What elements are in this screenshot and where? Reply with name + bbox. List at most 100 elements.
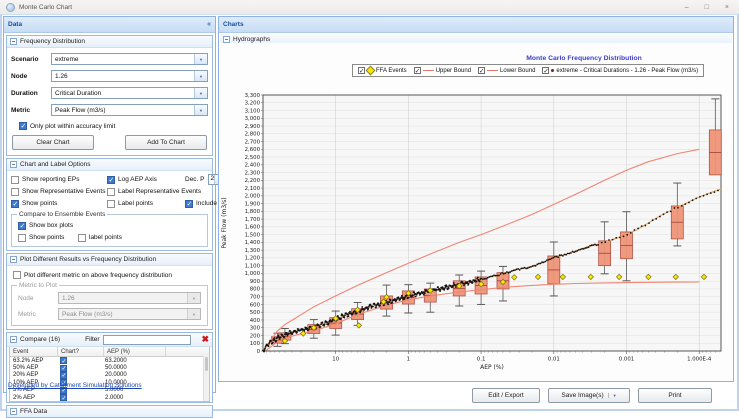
show-points-checkbox[interactable]	[11, 200, 19, 208]
legend-item-extreme-series: extreme - Critical Durations - 1.26 - Pe…	[542, 67, 698, 74]
legend-checkbox[interactable]	[478, 67, 485, 74]
show-representative-events-checkbox[interactable]	[11, 188, 19, 196]
collapse-section-icon[interactable]	[10, 161, 17, 168]
collapse-section-icon[interactable]	[10, 408, 17, 415]
window-title: Monte Carlo Chart	[19, 4, 72, 11]
event-cell: 63.2% AEP	[10, 358, 57, 364]
table-scrollbar[interactable]	[203, 356, 209, 401]
only-plot-accuracy-checkbox[interactable]	[19, 122, 27, 130]
charts-panel-title: Charts	[223, 21, 244, 28]
log-aep-axis-label: Log AEP Axis	[118, 176, 157, 183]
collapse-section-icon[interactable]	[10, 336, 17, 343]
label-points-checkbox[interactable]	[107, 200, 115, 208]
minimize-button[interactable]: –	[685, 4, 689, 11]
legend-item-ffa: FFA Events	[358, 67, 407, 74]
clear-chart-button[interactable]: Clear Chart	[12, 135, 94, 150]
plot-different-metric-checkbox[interactable]	[13, 271, 21, 279]
legend-checkbox[interactable]	[414, 67, 421, 74]
svg-text:1.000E-4: 1.000E-4	[687, 357, 712, 363]
include-ffa-checkbox[interactable]	[185, 200, 193, 208]
svg-text:500: 500	[250, 310, 261, 316]
chart-checkbox[interactable]	[60, 372, 67, 379]
filter-input[interactable]	[103, 335, 191, 345]
svg-text:3,100: 3,100	[245, 108, 261, 114]
developer-link[interactable]: Developed by Catchment Simulation Soluti…	[8, 382, 142, 389]
compare-table: Event Chart? AEP (%) 63.2% AEP 63.200050%…	[9, 347, 210, 402]
svg-text:2,500: 2,500	[245, 155, 261, 161]
chevron-down-icon: ▼	[194, 105, 207, 115]
compare-title: Compare (16)	[20, 336, 60, 343]
collapse-section-icon[interactable]	[223, 36, 230, 43]
table-row[interactable]: 50% AEP50.0000	[10, 364, 209, 371]
svg-text:1,400: 1,400	[245, 240, 261, 246]
collapse-panel-button[interactable]: «	[207, 21, 211, 28]
svg-text:2,700: 2,700	[245, 139, 261, 145]
ensemble-show-points-label: Show points	[29, 234, 64, 241]
chart-checkbox[interactable]	[60, 365, 67, 372]
ensemble-label-points-checkbox[interactable]	[78, 234, 86, 242]
legend-checkbox[interactable]	[542, 67, 549, 74]
svg-text:1,800: 1,800	[245, 209, 261, 215]
chevron-down-icon: ▼	[194, 88, 207, 98]
chevron-down-icon: ▼	[187, 293, 200, 303]
svg-text:200: 200	[250, 333, 261, 339]
chart-actions: Edit / Export Save Image(s) ▼ Print	[472, 388, 712, 403]
line-marker-icon	[487, 70, 498, 71]
svg-text:AEP (%): AEP (%)	[480, 364, 504, 371]
only-plot-accuracy-label: Only plot within accuracy limit	[30, 123, 115, 130]
chart-cell	[57, 365, 102, 372]
collapse-section-icon[interactable]	[10, 38, 17, 45]
svg-text:100: 100	[250, 341, 261, 347]
frequency-distribution-header[interactable]: Frequency Distribution	[7, 36, 212, 48]
chart-checkbox[interactable]	[60, 394, 67, 401]
chart-label-options-header[interactable]: Chart and Label Options	[7, 159, 212, 171]
svg-text:3,200: 3,200	[245, 101, 261, 107]
show-reporting-eps-checkbox[interactable]	[11, 176, 19, 184]
aep-cell: 2.0000	[102, 395, 163, 401]
plot-different-section: Plot Different Results vs Frequency Dist…	[6, 253, 213, 330]
aep-cell: 50.0000	[102, 365, 163, 371]
table-row[interactable]: 20% AEP20.0000	[10, 372, 209, 379]
ensemble-show-points-checkbox[interactable]	[18, 234, 26, 242]
show-points-label: Show points	[22, 200, 57, 207]
compare-table-header: Event Chart? AEP (%)	[10, 347, 209, 357]
svg-text:3,000: 3,000	[245, 116, 261, 122]
ffa-data-header[interactable]: FFA Data	[7, 406, 212, 417]
legend-checkbox[interactable]	[358, 67, 365, 74]
show-box-plots-checkbox[interactable]	[18, 222, 26, 230]
svg-text:400: 400	[250, 318, 261, 324]
legend-label: Upper Bound	[436, 68, 471, 74]
svg-text:0: 0	[257, 349, 261, 355]
data-panel-title: Data	[8, 21, 22, 28]
svg-text:Peak Flow (m3/s): Peak Flow (m3/s)	[221, 197, 228, 248]
chart-checkbox[interactable]	[60, 357, 67, 364]
event-cell: 20% AEP	[10, 372, 57, 378]
metric-select[interactable]: Peak Flow (m3/s) ▼	[51, 104, 208, 116]
svg-text:2,800: 2,800	[245, 132, 261, 138]
compare-header[interactable]: Compare (16) Filter ✖	[7, 333, 212, 347]
save-images-button[interactable]: Save Image(s) ▼	[548, 388, 630, 403]
table-row[interactable]: 63.2% AEP 63.2000	[10, 357, 209, 364]
label-representative-events-checkbox[interactable]	[107, 188, 115, 196]
table-row[interactable]: 2% AEP2.0000	[10, 394, 209, 401]
add-to-chart-button[interactable]: Add To Chart	[125, 135, 207, 150]
svg-text:1,200: 1,200	[245, 256, 261, 262]
frequency-distribution-title: Frequency Distribution	[20, 38, 85, 45]
dot-marker-icon	[551, 69, 554, 72]
plot-different-header[interactable]: Plot Different Results vs Frequency Dist…	[7, 254, 212, 266]
remove-compare-icon[interactable]: ✖	[201, 335, 209, 344]
legend-item-upper-bound: Upper Bound	[414, 67, 471, 74]
log-aep-axis-checkbox[interactable]	[107, 176, 115, 184]
collapse-section-icon[interactable]	[10, 256, 17, 263]
aep-cell: 63.2000	[102, 358, 163, 364]
data-panel-header: Data «	[4, 17, 215, 33]
print-button[interactable]: Print	[638, 388, 712, 403]
edit-export-button[interactable]: Edit / Export	[472, 388, 540, 403]
show-box-plots-label: Show box plots	[29, 222, 73, 229]
node-select[interactable]: 1.26 ▼	[51, 70, 208, 82]
svg-text:600: 600	[250, 302, 261, 308]
maximize-button[interactable]: □	[705, 4, 709, 11]
close-button[interactable]: ×	[725, 4, 729, 11]
duration-select[interactable]: Critical Duration ▼	[51, 87, 208, 99]
scenario-select[interactable]: extreme ▼	[51, 53, 208, 65]
